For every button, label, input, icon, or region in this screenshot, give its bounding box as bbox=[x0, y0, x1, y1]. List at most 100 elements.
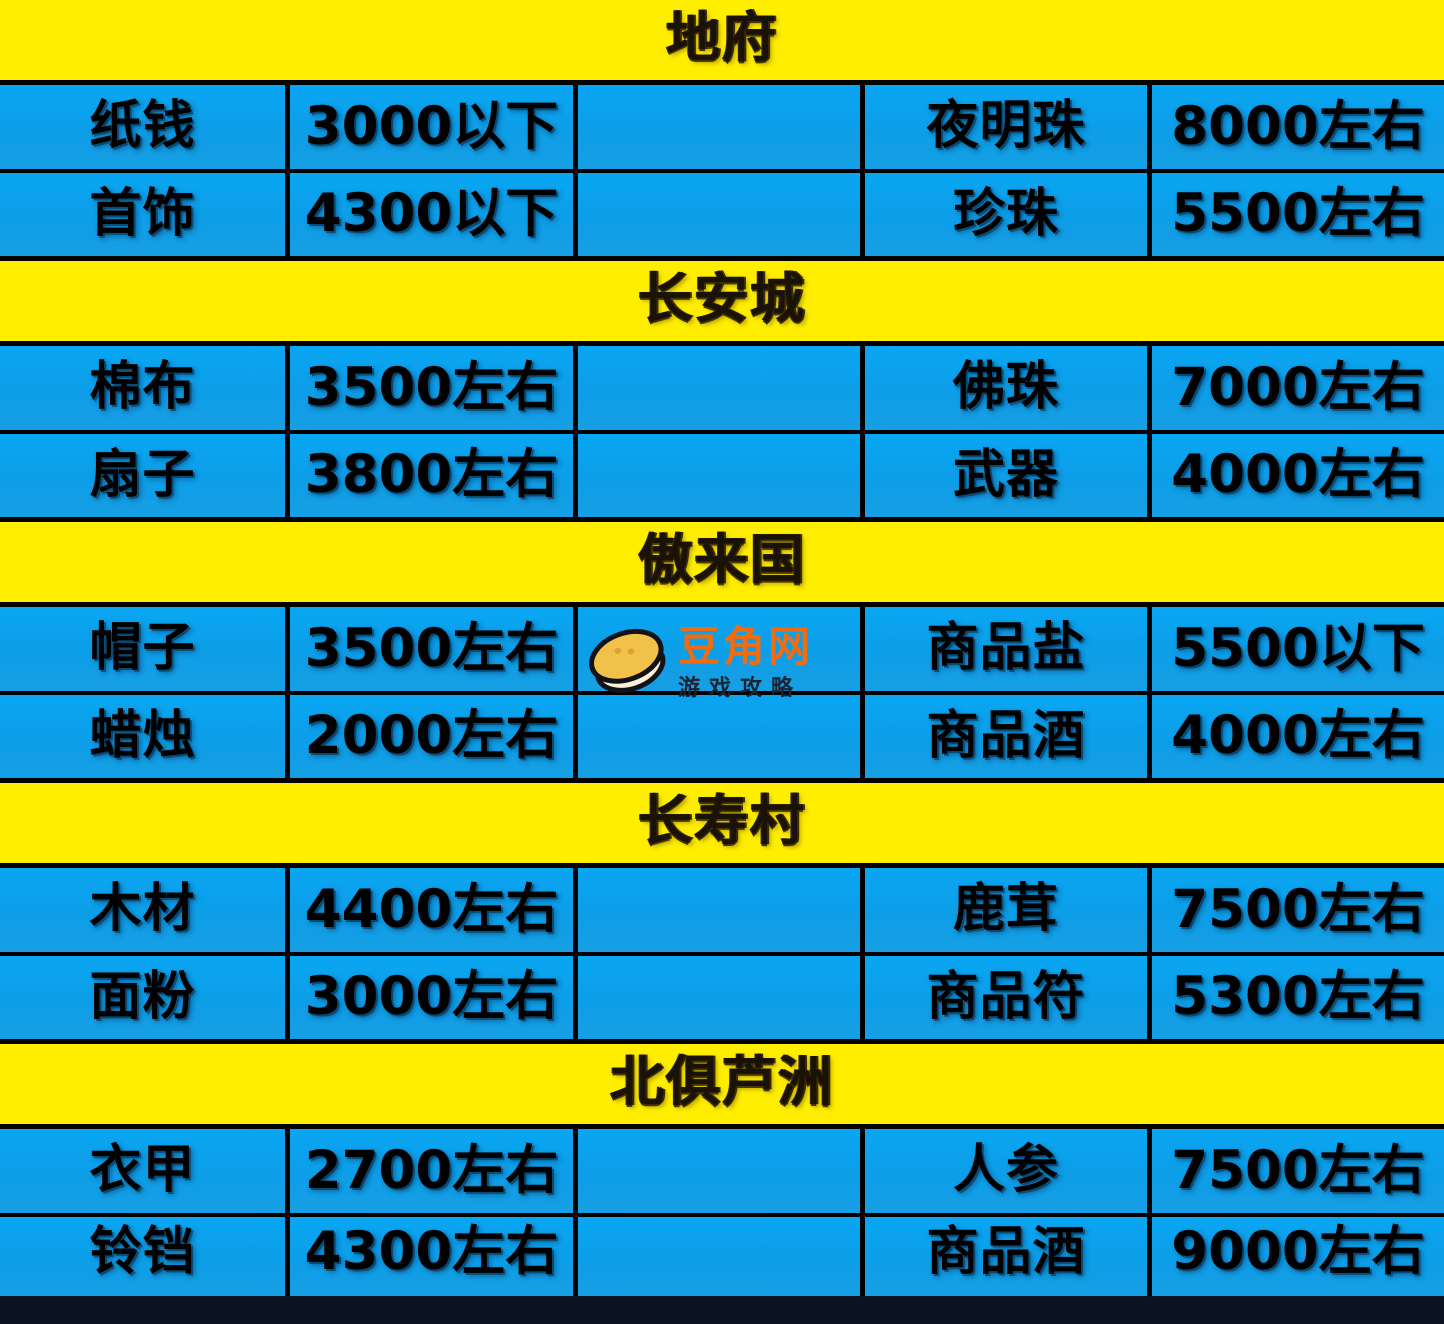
item-name-label: 纸钱 bbox=[89, 96, 196, 156]
item-name-label-2: 珍珠 bbox=[952, 183, 1059, 244]
item-price-label-2: 5300左右 bbox=[1171, 966, 1425, 1027]
item-price-label: 2700左右 bbox=[304, 1139, 559, 1201]
cell-item-name-2: 商品盐 bbox=[865, 607, 1152, 691]
cell-spacer bbox=[578, 434, 865, 517]
cell-item-price-2: 5500以下 bbox=[1152, 607, 1444, 691]
table-row: 扇子 3800左右 武器 4000左右 bbox=[0, 434, 1444, 522]
table-row: 铃铛 4300左右 商品酒 9000左右 bbox=[0, 1217, 1444, 1296]
cell-item-price: 4400左右 bbox=[290, 868, 578, 952]
item-name-label-2: 武器 bbox=[952, 444, 1059, 505]
item-price-label-2: 7000左右 bbox=[1171, 356, 1425, 418]
table-row: 首饰 4300以下 珍珠 5500左右 bbox=[0, 173, 1444, 261]
section-title: 傲来国 bbox=[638, 528, 806, 591]
item-price-label: 4400左右 bbox=[304, 878, 559, 940]
table-row: 棉布 3500左右 佛珠 7000左右 bbox=[0, 346, 1444, 434]
section-title: 北俱芦洲 bbox=[610, 1050, 834, 1113]
cell-item-price: 3800左右 bbox=[290, 434, 578, 517]
cell-item-name-2: 珍珠 bbox=[865, 173, 1152, 256]
item-name-label-2: 商品符 bbox=[926, 966, 1086, 1027]
section-header-1: 长安城 bbox=[0, 261, 1444, 346]
section-title: 长寿村 bbox=[638, 789, 806, 852]
cell-item-name-2: 商品符 bbox=[865, 956, 1152, 1039]
section-0: 地府 纸钱 3000以下 夜明珠 8000左右 首饰 4300以下 珍珠 550… bbox=[0, 0, 1444, 261]
cell-item-price-2: 8000左右 bbox=[1152, 85, 1444, 169]
cell-item-name-2: 商品酒 bbox=[865, 695, 1152, 778]
cell-item-price: 2700左右 bbox=[290, 1129, 578, 1213]
item-price-label: 4300左右 bbox=[304, 1221, 559, 1282]
section-header-4: 北俱芦洲 bbox=[0, 1044, 1444, 1129]
cell-item-name: 衣甲 bbox=[0, 1129, 290, 1213]
cell-item-name-2: 武器 bbox=[865, 434, 1152, 517]
cell-item-price-2: 4000左右 bbox=[1152, 434, 1444, 517]
item-price-label-2: 5500以下 bbox=[1171, 617, 1425, 679]
item-name-label: 首饰 bbox=[89, 183, 196, 244]
cell-item-price-2: 4000左右 bbox=[1152, 695, 1444, 778]
item-price-label-2: 4000左右 bbox=[1171, 444, 1425, 505]
cell-item-name: 面粉 bbox=[0, 956, 290, 1039]
cell-item-name-2: 商品酒 bbox=[865, 1217, 1152, 1296]
item-price-label: 3500左右 bbox=[304, 356, 559, 418]
item-price-label-2: 4000左右 bbox=[1171, 705, 1425, 766]
cell-spacer bbox=[578, 173, 865, 256]
cell-spacer bbox=[578, 85, 865, 169]
item-name-label: 面粉 bbox=[89, 966, 196, 1027]
section-3: 长寿村 木材 4400左右 鹿茸 7500左右 面粉 3000左右 商品符 53… bbox=[0, 783, 1444, 1044]
item-name-label-2: 佛珠 bbox=[952, 357, 1059, 417]
item-name-label: 蜡烛 bbox=[89, 705, 196, 766]
cell-item-name-2: 佛珠 bbox=[865, 346, 1152, 430]
item-price-label-2: 8000左右 bbox=[1171, 95, 1425, 157]
item-price-label: 2000左右 bbox=[304, 705, 559, 766]
cell-item-name: 木材 bbox=[0, 868, 290, 952]
section-header-3: 长寿村 bbox=[0, 783, 1444, 868]
item-name-label: 衣甲 bbox=[89, 1140, 196, 1200]
cell-item-price-2: 5300左右 bbox=[1152, 956, 1444, 1039]
item-price-label-2: 7500左右 bbox=[1171, 878, 1425, 940]
item-name-label: 木材 bbox=[89, 879, 196, 939]
section-1: 长安城 棉布 3500左右 佛珠 7000左右 扇子 3800左右 武器 400… bbox=[0, 261, 1444, 522]
item-name-label: 扇子 bbox=[89, 444, 196, 505]
section-4: 北俱芦洲 衣甲 2700左右 人参 7500左右 铃铛 4300左右 商品酒 9… bbox=[0, 1044, 1444, 1296]
table-row: 木材 4400左右 鹿茸 7500左右 bbox=[0, 868, 1444, 956]
section-2: 傲来国 帽子 3500左右 商品盐 5500以下 蜡烛 2000左右 商品酒 4… bbox=[0, 522, 1444, 783]
cell-item-price-2: 5500左右 bbox=[1152, 173, 1444, 256]
cell-item-price-2: 9000左右 bbox=[1152, 1217, 1444, 1296]
price-table-sheet: 地府 纸钱 3000以下 夜明珠 8000左右 首饰 4300以下 珍珠 550… bbox=[0, 0, 1444, 1324]
table-row: 面粉 3000左右 商品符 5300左右 bbox=[0, 956, 1444, 1044]
cell-item-price: 3500左右 bbox=[290, 607, 578, 691]
cell-spacer bbox=[578, 695, 865, 778]
item-name-label: 帽子 bbox=[89, 618, 196, 678]
cell-item-name: 纸钱 bbox=[0, 85, 290, 169]
cell-item-price-2: 7500左右 bbox=[1152, 868, 1444, 952]
cell-item-price-2: 7500左右 bbox=[1152, 1129, 1444, 1213]
section-title: 长安城 bbox=[638, 267, 806, 330]
item-price-label: 3000以下 bbox=[304, 95, 559, 157]
item-name-label-2: 夜明珠 bbox=[926, 96, 1086, 156]
item-name-label-2: 人参 bbox=[952, 1140, 1059, 1200]
item-price-label-2: 5500左右 bbox=[1171, 183, 1425, 244]
cell-item-price: 3000以下 bbox=[290, 85, 578, 169]
cell-item-name-2: 夜明珠 bbox=[865, 85, 1152, 169]
cell-item-name: 首饰 bbox=[0, 173, 290, 256]
cell-spacer bbox=[578, 1129, 865, 1213]
cell-item-price: 4300左右 bbox=[290, 1217, 578, 1296]
cell-item-name: 棉布 bbox=[0, 346, 290, 430]
section-title: 地府 bbox=[666, 6, 778, 69]
cell-item-price: 4300以下 bbox=[290, 173, 578, 256]
item-name-label: 铃铛 bbox=[89, 1221, 196, 1282]
cell-item-price: 2000左右 bbox=[290, 695, 578, 778]
cell-spacer bbox=[578, 346, 865, 430]
item-price-label-2: 7500左右 bbox=[1171, 1139, 1425, 1201]
cell-item-price-2: 7000左右 bbox=[1152, 346, 1444, 430]
table-row: 纸钱 3000以下 夜明珠 8000左右 bbox=[0, 85, 1444, 173]
table-row: 蜡烛 2000左右 商品酒 4000左右 bbox=[0, 695, 1444, 783]
item-name-label: 棉布 bbox=[89, 357, 196, 417]
cell-item-price: 3500左右 bbox=[290, 346, 578, 430]
cell-item-name: 扇子 bbox=[0, 434, 290, 517]
cell-item-name: 铃铛 bbox=[0, 1217, 290, 1296]
cell-spacer bbox=[578, 607, 865, 691]
cell-item-name-2: 鹿茸 bbox=[865, 868, 1152, 952]
item-name-label-2: 鹿茸 bbox=[952, 879, 1059, 939]
item-name-label-2: 商品酒 bbox=[926, 705, 1086, 766]
item-price-label: 3800左右 bbox=[304, 444, 559, 505]
cell-spacer bbox=[578, 868, 865, 952]
